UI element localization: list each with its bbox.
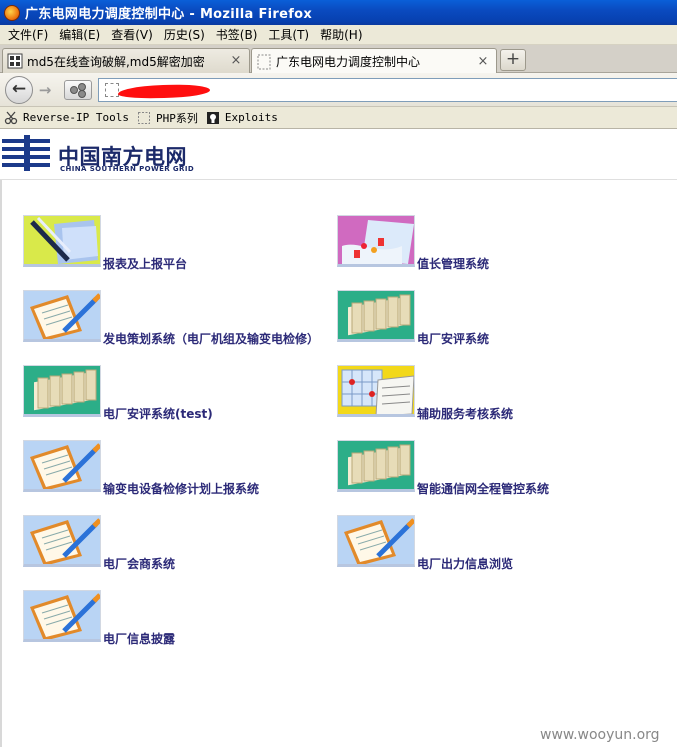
menu-help[interactable]: 帮助(H) (316, 26, 369, 43)
window-title: 广东电网电力调度控制中心 - Mozilla Firefox (25, 7, 313, 22)
system-link-label[interactable]: 电厂会商系统 (103, 555, 175, 572)
system-link-plant-consultation[interactable]: 电厂会商系统 (23, 515, 323, 575)
system-link-plant-disclosure[interactable]: 电厂信息披露 (23, 590, 323, 650)
system-link-safety-eval[interactable]: 电厂安评系统 (337, 290, 637, 350)
tab-label: md5在线查询破解,md5解密加密 (27, 54, 205, 69)
system-link-smart-comm-network[interactable]: 智能通信网全程管控系统 (337, 440, 637, 500)
site-identity-icon[interactable] (105, 83, 119, 97)
pink-chart-icon (337, 215, 415, 267)
logo-english-text: CHINA SOUTHERN POWER GRID (60, 165, 195, 173)
scissors-tool-icon (4, 111, 18, 124)
clipboard-pencil-icon (23, 590, 101, 642)
system-link-label[interactable]: 辅助服务考核系统 (417, 405, 513, 422)
menu-tools[interactable]: 工具(T) (264, 26, 316, 43)
tab-label: 广东电网电力调度控制中心 (276, 55, 421, 69)
clipboard-pencil-icon (23, 515, 101, 567)
grid-favicon-icon (7, 53, 23, 69)
system-link-label[interactable]: 输变电设备检修计划上报系统 (103, 480, 259, 497)
green-binders-icon (337, 290, 415, 342)
tab-strip: md5在线查询破解,md5解密加密 × 广东电网电力调度控制中心 × + (0, 45, 677, 74)
menu-view[interactable]: 查看(V) (107, 26, 160, 43)
watermark-text: www.wooyun.org (540, 727, 660, 743)
system-link-label[interactable]: 报表及上报平台 (103, 255, 187, 272)
window-titlebar: 广东电网电力调度控制中心 - Mozilla Firefox (0, 0, 677, 25)
back-button[interactable]: ← (5, 76, 33, 104)
site-header: 中国南方电网 CHINA SOUTHERN POWER GRID (0, 129, 677, 180)
tab-dispatch-center[interactable]: 广东电网电力调度控制中心 × (251, 48, 497, 74)
bookmark-reverse-ip[interactable]: Reverse-IP Tools (4, 111, 129, 125)
blank-page-icon (257, 54, 271, 69)
firefox-icon (4, 4, 20, 21)
system-link-label[interactable]: 值长管理系统 (417, 255, 489, 272)
system-link-label[interactable]: 电厂出力信息浏览 (417, 555, 513, 572)
bookmarks-toolbar: Reverse-IP Tools PHP系列 Exploits (0, 107, 677, 129)
menu-bar: 文件(F) 编辑(E) 查看(V) 历史(S) 书签(B) 工具(T) 帮助(H… (0, 25, 677, 45)
system-link-label[interactable]: 智能通信网全程管控系统 (417, 480, 549, 497)
menu-file[interactable]: 文件(F) (4, 26, 55, 43)
clipboard-pencil-icon (23, 290, 101, 342)
yellow-grid-icon (337, 365, 415, 417)
tab-close-icon[interactable]: × (229, 54, 243, 68)
exploit-skull-icon (206, 111, 219, 124)
menu-history[interactable]: 历史(S) (160, 26, 212, 43)
system-link-maintenance-report[interactable]: 输变电设备检修计划上报系统 (23, 440, 323, 500)
system-link-label[interactable]: 发电策划系统（电厂机组及输变电检修） (103, 330, 319, 347)
bookmark-exploits[interactable]: Exploits (206, 111, 278, 125)
bookmark-label: Reverse-IP Tools (23, 111, 129, 124)
system-link-label[interactable]: 电厂信息披露 (103, 630, 175, 647)
bookmark-label: PHP系列 (155, 111, 198, 125)
navigation-bar: ← → (0, 73, 677, 107)
green-binders-icon (337, 440, 415, 492)
left-divider (0, 180, 2, 747)
folder-page-icon (137, 111, 150, 124)
system-link-generation-planning[interactable]: 发电策划系统（电厂机组及输变电检修） (23, 290, 323, 350)
menu-bookmarks[interactable]: 书签(B) (212, 26, 265, 43)
system-link-ancillary-service[interactable]: 辅助服务考核系统 (337, 365, 637, 425)
system-link-plant-output[interactable]: 电厂出力信息浏览 (337, 515, 637, 575)
system-link-report-platform[interactable]: 报表及上报平台 (23, 215, 323, 275)
page-content: 中国南方电网 CHINA SOUTHERN POWER GRID 报表及上报平台 (0, 129, 677, 747)
system-link-shift-manager[interactable]: 值长管理系统 (337, 215, 637, 275)
tab-close-icon[interactable]: × (476, 54, 490, 69)
tab-md5[interactable]: md5在线查询破解,md5解密加密 × (2, 48, 250, 73)
system-link-label[interactable]: 电厂安评系统 (417, 330, 489, 347)
pen-documents-icon (23, 215, 101, 267)
green-binders-icon (23, 365, 101, 417)
bookmark-label: Exploits (224, 111, 278, 124)
new-tab-button[interactable]: + (500, 49, 526, 71)
forward-button[interactable]: → (35, 80, 55, 100)
menu-edit[interactable]: 编辑(E) (55, 26, 107, 43)
extension-button[interactable] (64, 80, 92, 100)
system-link-safety-eval-test[interactable]: 电厂安评系统(test) (23, 365, 323, 425)
system-link-label[interactable]: 电厂安评系统(test) (103, 405, 213, 422)
clipboard-pencil-icon (337, 515, 415, 567)
csg-logo-icon (2, 135, 50, 171)
bookmark-php[interactable]: PHP系列 (137, 110, 198, 126)
clipboard-pencil-icon (23, 440, 101, 492)
